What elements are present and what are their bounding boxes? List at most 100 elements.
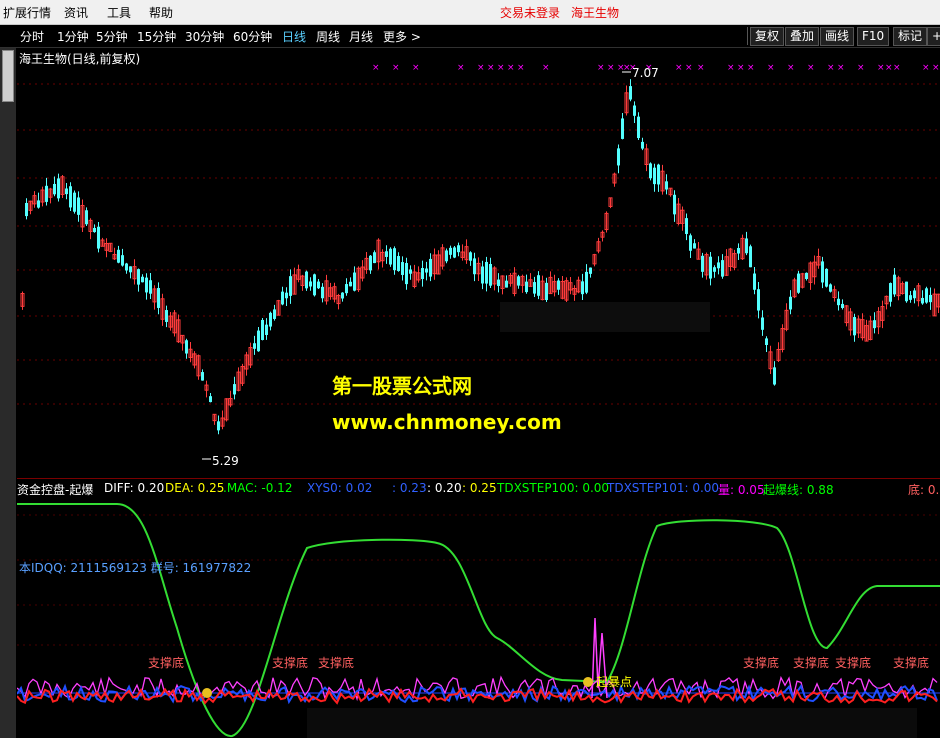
- x-marker-glyph: ×: [542, 63, 550, 73]
- blacked-out-region: [500, 302, 710, 332]
- main-chart-title: 海王生物(日线,前复权): [19, 52, 141, 66]
- candle-body: [445, 250, 448, 262]
- candle-body: [233, 384, 236, 395]
- candle-body: [633, 105, 636, 116]
- candle-body: [349, 281, 352, 287]
- x-marker-glyph: ×: [922, 63, 930, 73]
- trade-status[interactable]: 交易未登录: [500, 4, 560, 21]
- x-marker-glyph: ×: [607, 63, 615, 73]
- x-marker-glyph: ×: [885, 63, 893, 73]
- indicator-name[interactable]: 资金控盘-起爆: [17, 481, 93, 498]
- candle-body: [709, 256, 712, 279]
- support-label: 支撑底: [318, 656, 355, 670]
- x-marker-glyph: ×: [517, 63, 525, 73]
- candle-body: [889, 283, 892, 302]
- candle-body: [925, 288, 928, 303]
- candle-body: [77, 197, 80, 215]
- candle-body: [409, 269, 412, 274]
- blurred-region: [307, 708, 917, 738]
- x-marker-glyph: ×: [747, 63, 755, 73]
- vertical-scrollbar[interactable]: [0, 48, 16, 738]
- candle-body: [449, 247, 452, 255]
- add-custom-button[interactable]: +自: [927, 27, 940, 46]
- period-intraday[interactable]: 分时: [20, 28, 44, 45]
- candle-body: [269, 312, 272, 327]
- menu-item-news[interactable]: 资讯: [64, 4, 88, 21]
- chart-area[interactable]: × × × × × × × × × × × × ××× × × × × × × × × × × × × × × × × × ×: [17, 48, 940, 738]
- candle-body: [201, 372, 204, 381]
- candle-body: [693, 243, 696, 249]
- period-weekly[interactable]: 周线: [316, 28, 340, 45]
- candle-body: [289, 276, 292, 296]
- id-info-text: 本IDQQ: 2111569123 群号: 161977822: [19, 561, 252, 575]
- candle-body: [93, 227, 96, 233]
- x-marker-glyph: ×: [372, 63, 380, 73]
- candle-body: [481, 266, 484, 284]
- period-60min[interactable]: 60分钟: [233, 28, 272, 45]
- param-dea: DEA: 0.25: [165, 481, 225, 495]
- candle-body: [457, 245, 460, 253]
- candle-body: [929, 294, 932, 303]
- candle-body: [57, 178, 60, 199]
- f10-button[interactable]: F10: [857, 27, 890, 46]
- candle-body: [797, 273, 800, 293]
- x-marker-glyph: ×: [857, 63, 865, 73]
- candle-body: [913, 290, 916, 299]
- candle-body: [25, 202, 28, 217]
- mark-button[interactable]: 标记: [893, 27, 928, 46]
- support-label: 支撑底: [148, 656, 185, 670]
- support-label: 支撑底: [893, 656, 930, 670]
- candle-body: [905, 281, 908, 302]
- candle-body: [837, 298, 840, 306]
- candle-body: [665, 181, 668, 190]
- candle-body: [873, 320, 876, 329]
- param-volume: 量: 0.05: [718, 483, 765, 497]
- draw-line-button[interactable]: 画线: [820, 27, 855, 46]
- candle-body: [73, 192, 76, 212]
- candle-body: [69, 186, 72, 208]
- param-diff: DIFF: 0.20: [104, 481, 165, 495]
- menu-item-tools[interactable]: 工具: [107, 4, 131, 21]
- candle-body: [261, 319, 264, 340]
- param-6: : 0.20: [427, 481, 462, 495]
- candle-body: [65, 188, 68, 195]
- watermark-title: 第一股票公式网: [332, 374, 472, 398]
- period-monthly[interactable]: 月线: [349, 28, 373, 45]
- overlay-button[interactable]: 叠加: [785, 27, 820, 46]
- restore-rights-button[interactable]: 复权: [750, 27, 785, 46]
- candle-body: [309, 281, 312, 287]
- x-marker-glyph: ×: [767, 63, 775, 73]
- candle-body: [581, 281, 584, 295]
- period-daily[interactable]: 日线: [282, 28, 306, 45]
- candle-body: [637, 116, 640, 139]
- high-price-label: 7.07: [632, 66, 659, 80]
- period-5min[interactable]: 5分钟: [96, 28, 128, 45]
- candle-body: [841, 303, 844, 308]
- menu-bar: 扩展行情 资讯 工具 帮助 交易未登录 海王生物: [0, 0, 940, 25]
- candle-body: [805, 272, 808, 279]
- candle-body: [209, 396, 212, 403]
- candle-body: [821, 261, 824, 283]
- x-marker-glyph: ×: [932, 63, 940, 73]
- candle-body: [397, 256, 400, 272]
- period-30min[interactable]: 30分钟: [185, 28, 224, 45]
- candle-body: [469, 252, 472, 261]
- candle-body: [253, 343, 256, 349]
- x-marker-glyph: ×: [837, 63, 845, 73]
- period-more[interactable]: 更多 >: [383, 28, 421, 45]
- period-1min[interactable]: 1分钟: [57, 28, 89, 45]
- menu-item-market[interactable]: 扩展行情: [3, 4, 51, 21]
- candle-body: [745, 238, 748, 254]
- candle-body: [165, 310, 168, 322]
- candle-body: [129, 266, 132, 273]
- candle-body: [257, 330, 260, 352]
- candle-body: [401, 262, 404, 275]
- param-bottom: 底: 0.0: [908, 483, 940, 497]
- candle-body: [921, 297, 924, 304]
- x-marker-glyph: ×: [827, 63, 835, 73]
- candle-body: [653, 167, 656, 185]
- scrollbar-thumb[interactable]: [2, 50, 14, 102]
- candle-body: [373, 252, 376, 264]
- period-15min[interactable]: 15分钟: [137, 28, 176, 45]
- menu-item-help[interactable]: 帮助: [149, 4, 173, 21]
